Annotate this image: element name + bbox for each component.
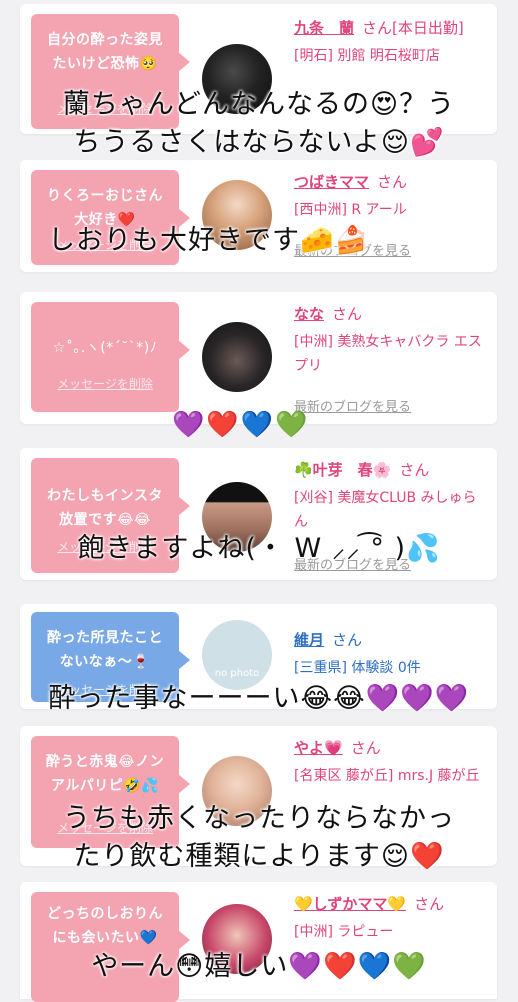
- profile-name-link[interactable]: ☘️叶芽 春🌸: [294, 461, 391, 479]
- honorific: さん: [350, 739, 381, 757]
- message-text: 自分の酔った姿見 たいけど恐怖🥺: [47, 32, 163, 72]
- profile-name-link[interactable]: 九条 蘭: [294, 19, 354, 37]
- honorific: さん: [332, 631, 363, 649]
- message-bubble: ☆˚｡.ヽ(*´˘`*)ﾉ メッセージを削除: [31, 302, 190, 412]
- no-photo-label: no photo: [214, 668, 260, 679]
- overlay-comment: しおりも大好きです🧀🍰: [48, 225, 370, 256]
- overlay-comment: 酔った事なーーーい😂😂💜💜💜: [48, 683, 470, 714]
- profile-name-link[interactable]: 💛しずかママ💛: [294, 895, 406, 913]
- shop-name[interactable]: [西中洲] R アール: [294, 198, 487, 222]
- honorific: さん: [377, 173, 408, 191]
- honorific: さん: [332, 305, 363, 323]
- overlay-comment: 飽きますよね(・ W ⸝⸝ ͡° )💦: [77, 533, 441, 564]
- shop-name[interactable]: [中洲] 美熟女キャバクラ エスプリ: [294, 330, 487, 378]
- profile-name-link[interactable]: なな: [294, 305, 324, 323]
- profile-name-link[interactable]: 維月: [294, 631, 324, 649]
- honorific: さん: [399, 461, 430, 479]
- avatar[interactable]: [202, 322, 272, 392]
- profile-name-link[interactable]: つばきママ: [294, 173, 369, 191]
- message-text: 酔うと赤鬼😂ノン アルパリピ🤣💦: [45, 754, 165, 794]
- overlay-comment: うちも赤くなったりならなかっ たり飲む種類によります😌❤️: [63, 803, 455, 872]
- message-text: わたしもインスタ 放置です😂😂: [47, 488, 163, 528]
- shop-name[interactable]: [名東区 藤が丘] mrs.J 藤が丘: [294, 764, 487, 788]
- message-card: ☆˚｡.ヽ(*´˘`*)ﾉ メッセージを削除 なな さん [中洲] 美熟女キャバク…: [20, 292, 497, 424]
- message-text: 酔った所見たこと ないなぁ～🍷: [47, 630, 163, 670]
- review-count[interactable]: [三重県] 体験談 0件: [294, 656, 487, 680]
- heart-emojis: 💜❤️💙💚: [172, 410, 310, 440]
- delete-message-link[interactable]: メッセージを削除: [31, 375, 179, 392]
- honorific: さん: [414, 895, 445, 913]
- shop-name[interactable]: [明石] 別館 明石桜町店: [294, 44, 487, 68]
- profile-name-link[interactable]: やよ💗: [294, 739, 343, 757]
- message-text: どっちのしおりん にも会いたい💙: [47, 906, 163, 946]
- latest-blog-link[interactable]: 最新のブログを見る: [294, 396, 411, 415]
- honorific: さん[本日出勤]: [362, 19, 464, 37]
- overlay-comment: やーん😳嬉しい💜❤️💙💚: [91, 951, 427, 982]
- overlay-comment: 蘭ちゃんどんなんなるの😍？う ちうるさくはならないよ😌💕: [62, 89, 456, 158]
- shop-name[interactable]: [刈谷] 美魔女CLUB みしゅらん: [294, 486, 487, 534]
- message-text: ☆˚｡.ヽ(*´˘`*)ﾉ: [52, 340, 158, 356]
- shop-name[interactable]: [中洲] ラピュー: [294, 920, 487, 944]
